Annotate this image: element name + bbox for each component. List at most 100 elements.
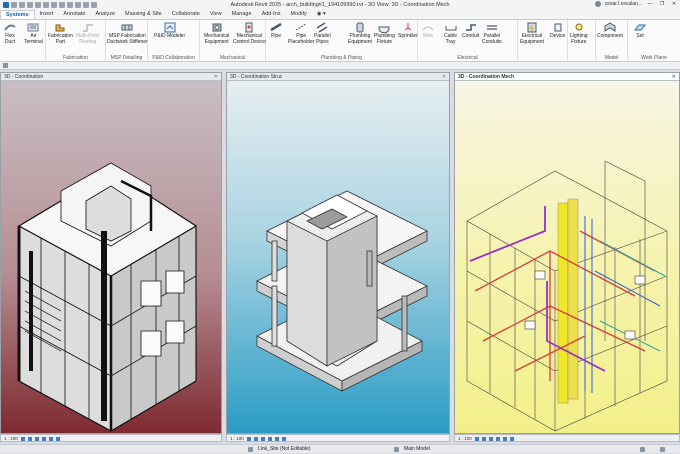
device-button[interactable]: Device <box>550 22 565 40</box>
sun-path-icon[interactable] <box>260 436 265 441</box>
view-scale[interactable]: 1 : 100 <box>230 435 244 441</box>
visual-style-icon[interactable] <box>27 436 32 441</box>
sun-path-icon[interactable] <box>34 436 39 441</box>
modify-arrow-icon[interactable] <box>3 63 8 68</box>
group-plumbing-piping: Pipe Pipe Placeholder Parallel Pipes Plu… <box>266 20 418 62</box>
work-plane-set-icon <box>634 24 646 31</box>
plumbing-equipment-button[interactable]: Plumbing Equipment <box>348 22 372 45</box>
tab-systems[interactable]: Systems <box>0 10 35 19</box>
set-button[interactable]: Set <box>634 22 646 40</box>
measure-icon[interactable] <box>51 2 57 8</box>
switch-windows-icon[interactable] <box>91 2 97 8</box>
3d-view-icon[interactable] <box>67 2 73 8</box>
close-icon[interactable]: ✕ <box>442 73 446 81</box>
mechanical-equipment-button[interactable]: Mechanical Equipment <box>204 22 229 45</box>
view-scale[interactable]: 1 : 100 <box>458 435 472 441</box>
detail-level-icon[interactable] <box>246 436 251 441</box>
tab-add-ins[interactable]: Add-Ins <box>257 10 286 19</box>
crop-view-icon[interactable] <box>48 436 53 441</box>
group-msp-detailing-label: MSP Detailing <box>110 55 143 61</box>
detail-level-icon[interactable] <box>474 436 479 441</box>
view-scale[interactable]: 1 : 100 <box>4 435 18 441</box>
crop-view-icon[interactable] <box>502 436 507 441</box>
lighting-fixture-button[interactable]: Lighting Fixture <box>570 22 588 45</box>
filter-icon[interactable] <box>640 447 645 452</box>
tab-annotate[interactable]: Annotate <box>58 10 90 19</box>
minimize-button[interactable]: — <box>646 1 654 7</box>
viewport-canvas[interactable] <box>227 81 449 433</box>
temporary-hide-icon[interactable] <box>509 436 514 441</box>
architectural-model <box>17 162 198 432</box>
temporary-hide-icon[interactable] <box>55 436 60 441</box>
redo-icon[interactable] <box>35 2 41 8</box>
tab-insert[interactable]: Insert <box>35 10 59 19</box>
parallel-conduits-button[interactable]: Parallel Conduits <box>482 22 502 45</box>
tab-massing-site[interactable]: Massing & Site <box>120 10 167 19</box>
crop-view-icon[interactable] <box>274 436 279 441</box>
maximize-button[interactable]: ❐ <box>658 1 666 7</box>
electrical-equipment-button[interactable]: Electrical Equipment <box>520 22 544 45</box>
tab-analyze[interactable]: Analyze <box>90 10 120 19</box>
cable-tray-button[interactable]: Cable Tray <box>444 22 457 45</box>
pipe-placeholder-button[interactable]: Pipe Placeholder <box>288 22 314 45</box>
msp-fabrication-stiffener-button[interactable]: MSP Fabrication Ductwork Stiffener <box>107 22 148 45</box>
cable-tray-icon <box>445 26 457 31</box>
visual-style-icon[interactable] <box>253 436 258 441</box>
detail-level-icon[interactable] <box>20 436 25 441</box>
close-icon[interactable]: ✕ <box>672 73 676 81</box>
print-icon[interactable] <box>43 2 49 8</box>
viewport-title: 3D - Coordination Mech <box>458 74 515 80</box>
sprinkler-button[interactable]: Sprinkler <box>398 22 418 40</box>
viewport-canvas[interactable] <box>1 81 221 433</box>
pid-modeler-button[interactable]: P&ID Modeler <box>154 22 185 40</box>
multipoint-routing-button: Multi-Point Routing <box>76 22 100 45</box>
tab-modify[interactable]: Modify <box>286 10 312 19</box>
air-terminal-button[interactable]: Air Terminal <box>24 22 43 45</box>
group-work-plane: Set Work Plane <box>628 20 680 62</box>
shadows-icon[interactable] <box>495 436 500 441</box>
fabrication-part-button[interactable]: Fabrication Part <box>48 22 73 45</box>
save-icon[interactable] <box>19 2 25 8</box>
plumbing-fixture-button[interactable]: Plumbing Fixture <box>374 22 395 45</box>
sun-path-icon[interactable] <box>488 436 493 441</box>
close-hidden-icon[interactable] <box>83 2 89 8</box>
duct-stiffener-icon <box>121 24 133 31</box>
undo-icon[interactable] <box>27 2 33 8</box>
design-option-icon[interactable] <box>394 447 399 452</box>
workset-icon[interactable] <box>248 447 253 452</box>
fabrication-part-icon <box>55 24 65 32</box>
flex-duct-icon <box>4 24 16 31</box>
shadows-icon[interactable] <box>41 436 46 441</box>
user-icon[interactable] <box>594 1 601 7</box>
component-button[interactable]: Component <box>597 22 623 40</box>
parallel-pipes-button[interactable]: Parallel Pipes <box>314 22 331 45</box>
tab-options[interactable]: ◉ ▾ <box>312 10 331 19</box>
temporary-hide-icon[interactable] <box>281 436 286 441</box>
mechanical-control-device-button[interactable]: Mechanical Control Device <box>233 22 266 45</box>
tab-manage[interactable]: Manage <box>227 10 257 19</box>
close-icon[interactable]: ✕ <box>214 73 218 81</box>
open-icon[interactable] <box>11 2 17 8</box>
status-bar: Link_Site (Not Editable) Main Model <box>0 444 680 453</box>
viewport-coordination-struc[interactable]: 3D - Coordination Struc ✕ <box>226 72 450 434</box>
selection-icon[interactable] <box>660 447 665 452</box>
viewport-coordination[interactable]: 3D - Coordination ✕ <box>0 72 222 434</box>
wire-button: Wire <box>422 22 434 40</box>
pipe-button[interactable]: Pipe <box>270 22 282 40</box>
group-pid-collaboration-label: P&ID Collaboration <box>152 55 195 61</box>
shadows-icon[interactable] <box>267 436 272 441</box>
user-name[interactable]: cesar.l.escalan... <box>605 1 642 7</box>
section-icon[interactable] <box>75 2 81 8</box>
group-mechanical-label: Mechanical <box>219 55 246 61</box>
close-button[interactable]: ✕ <box>670 1 678 7</box>
tab-collaborate[interactable]: Collaborate <box>167 10 205 19</box>
viewport-canvas[interactable] <box>455 81 679 433</box>
text-icon[interactable] <box>59 2 65 8</box>
flex-duct-button[interactable]: Flex Duct <box>4 22 16 45</box>
conduit-button[interactable]: Conduit <box>462 22 479 40</box>
tab-view[interactable]: View <box>205 10 227 19</box>
visual-style-icon[interactable] <box>481 436 486 441</box>
options-bar <box>0 62 680 70</box>
app-menu-icon[interactable] <box>3 2 9 8</box>
viewport-coordination-mech[interactable]: 3D - Coordination Mech ✕ <box>454 72 680 434</box>
